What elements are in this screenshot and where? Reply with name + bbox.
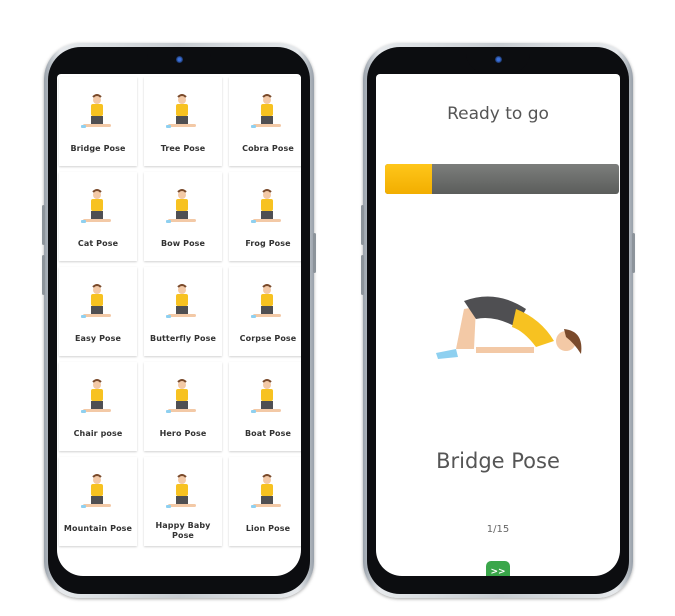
phone-bezel: Ready to go Bridge Pose 1/15 >> [367,47,629,594]
bridge-pose-illustration [436,296,582,359]
lion-pose-figure-icon [229,467,301,517]
pose-card[interactable]: Cobra Pose [229,77,301,166]
pose-label: Easy Pose [74,334,122,343]
pose-label: Happy Baby Pose [155,521,211,540]
volume-up-button [42,205,45,245]
cat-pose-figure-icon [59,182,137,232]
volume-down-button [42,255,45,295]
pose-label: Cobra Pose [242,144,294,153]
pose-label: Bridge Pose [70,144,126,153]
pose-label: Butterfly Pose [150,334,216,343]
countdown-progress-bar [385,164,619,194]
pose-card[interactable]: Lion Pose [229,457,301,546]
exercise-screen: Ready to go Bridge Pose 1/15 >> [376,74,620,576]
hero-pose-figure-icon [144,372,222,422]
pose-card[interactable]: Bridge Pose [59,77,137,166]
ready-title: Ready to go [447,104,549,124]
pose-card[interactable]: Cat Pose [59,172,137,261]
pose-label: Tree Pose [160,144,206,153]
power-button [313,233,316,273]
pose-label: Hero Pose [159,429,207,438]
butterfly-pose-figure-icon [144,277,222,327]
pose-label: Chair pose [73,429,123,438]
pose-card[interactable]: Hero Pose [144,362,222,451]
pose-label: Frog Pose [245,239,291,248]
pose-card[interactable]: Butterfly Pose [144,267,222,356]
phone-bezel: Bridge Pose Tree Pose Cobra Pose Cat Pose Bo… [48,47,310,594]
pose-label: Boat Pose [244,429,292,438]
phone-frame-right: Ready to go Bridge Pose 1/15 >> [361,43,635,598]
pose-label: Lion Pose [245,524,291,533]
bow-pose-figure-icon [144,182,222,232]
corpse-pose-figure-icon [229,277,301,327]
pose-card[interactable]: Mountain Pose [59,457,137,546]
pose-name: Bridge Pose [436,449,560,473]
pose-card[interactable]: Bow Pose [144,172,222,261]
pose-card[interactable]: Happy Baby Pose [144,457,222,546]
progress-fill [385,164,432,194]
pose-label: Corpse Pose [239,334,297,343]
pose-card[interactable]: Corpse Pose [229,267,301,356]
phone-frame-left: Bridge Pose Tree Pose Cobra Pose Cat Pose Bo… [42,43,316,598]
pose-list-screen: Bridge Pose Tree Pose Cobra Pose Cat Pose Bo… [57,74,301,576]
easy-pose-figure-icon [59,277,137,327]
pose-card[interactable]: Boat Pose [229,362,301,451]
frog-pose-figure-icon [229,182,301,232]
pose-grid: Bridge Pose Tree Pose Cobra Pose Cat Pose Bo… [58,77,301,546]
front-camera-icon [494,56,502,63]
next-button[interactable]: >> [486,561,510,576]
bridge-pose-figure-icon [59,87,137,137]
pose-counter: 1/15 [486,524,510,535]
volume-down-button [361,255,364,295]
happy-baby-pose-figure-icon [144,467,222,517]
mountain-pose-figure-icon [59,467,137,517]
pose-card[interactable]: Tree Pose [144,77,222,166]
tree-pose-figure-icon [144,87,222,137]
volume-up-button [361,205,364,245]
pose-label: Bow Pose [160,239,206,248]
pose-card[interactable]: Easy Pose [59,267,137,356]
chair-pose-figure-icon [59,372,137,422]
boat-pose-figure-icon [229,372,301,422]
cobra-pose-figure-icon [229,87,301,137]
pose-card[interactable]: Frog Pose [229,172,301,261]
pose-label: Mountain Pose [63,524,133,533]
power-button [632,233,635,273]
pose-card[interactable]: Chair pose [59,362,137,451]
pose-label: Cat Pose [77,239,119,248]
front-camera-icon [175,56,183,63]
